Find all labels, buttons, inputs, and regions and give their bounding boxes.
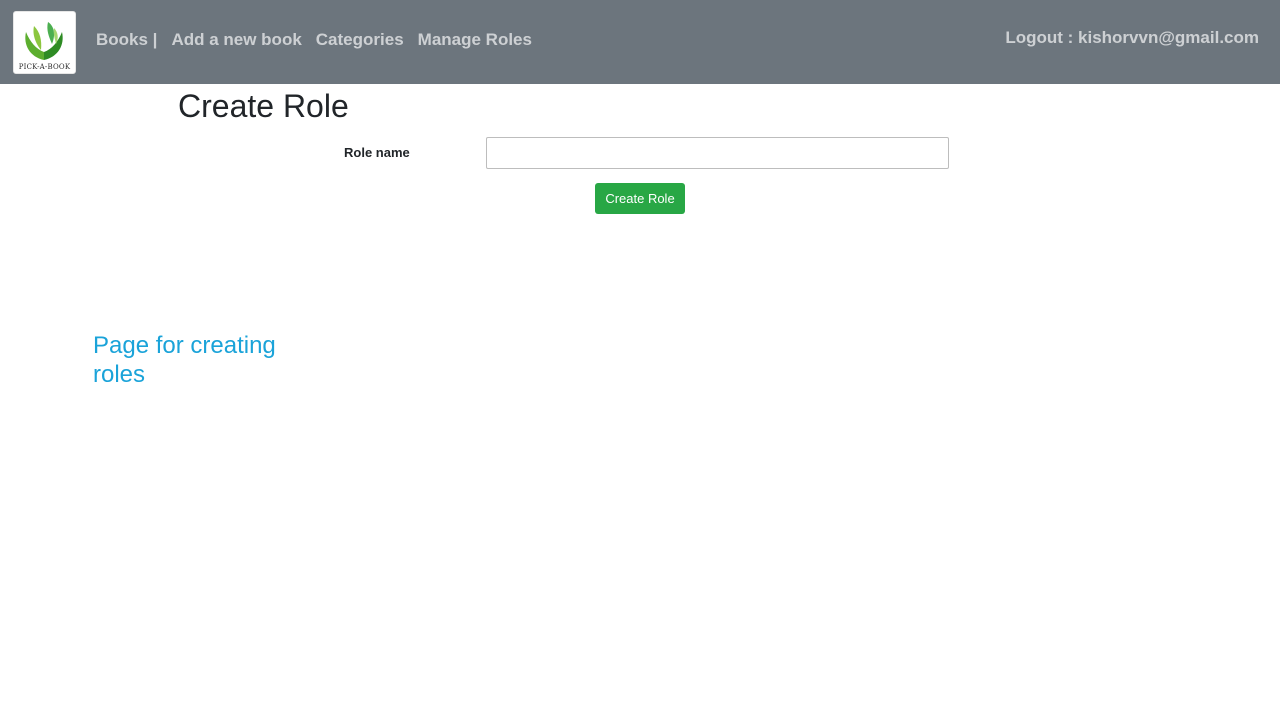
brand-logo[interactable]: PICK-A-BOOK (13, 11, 76, 74)
nav-item-manage-roles[interactable]: Manage Roles (418, 30, 532, 50)
page-title: Create Role (178, 88, 349, 124)
create-role-button[interactable]: Create Role (595, 183, 685, 214)
nav-item-categories[interactable]: Categories (316, 30, 404, 50)
nav-item-add-book[interactable]: Add a new book (171, 30, 301, 50)
nav-item-books[interactable]: Books | (96, 30, 157, 50)
annotation-caption: Page for creating roles (93, 332, 276, 388)
role-name-label: Role name (344, 145, 410, 160)
nav-links: Books | Add a new book Categories Manage… (96, 28, 532, 52)
top-navbar: PICK-A-BOOK Books | Add a new book Categ… (0, 0, 1280, 84)
logo-text: PICK-A-BOOK (18, 63, 71, 71)
logout-link[interactable]: Logout : kishorvvn@gmail.com (1005, 28, 1259, 48)
role-name-input[interactable] (486, 137, 949, 169)
